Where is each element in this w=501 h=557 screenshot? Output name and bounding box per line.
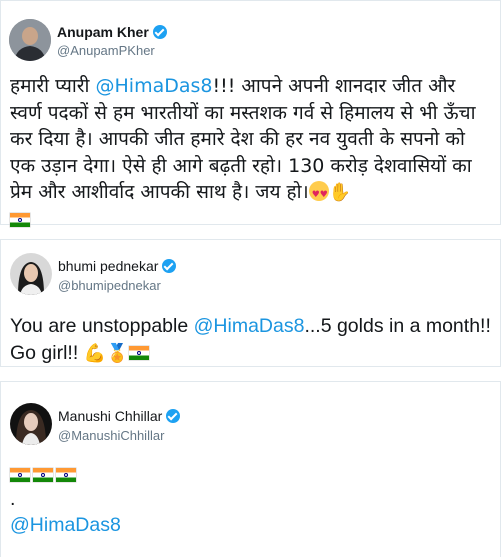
india-flag-icon	[128, 346, 149, 360]
mention-link[interactable]: @HimaDas8	[10, 514, 121, 536]
mention-line: @HimaDas8	[10, 512, 492, 539]
avatar[interactable]	[9, 19, 51, 61]
tweet-text-pre: हमारी प्यारी	[10, 75, 96, 97]
india-flag-icon	[10, 468, 30, 482]
author-name-text[interactable]: Anupam Kher	[57, 24, 149, 40]
tweet-text: You are unstoppable @HimaDas8...5 golds …	[10, 313, 492, 367]
verified-badge-icon	[152, 25, 167, 39]
mention-link[interactable]: @HimaDas8	[96, 75, 213, 97]
avatar[interactable]	[10, 253, 52, 295]
heart-eyes-icon	[308, 181, 329, 209]
flexed-biceps-icon: 💪	[83, 343, 107, 363]
author-name-text[interactable]: bhumi pednekar	[58, 258, 158, 274]
author-name[interactable]: Manushi Chhillar	[58, 408, 181, 424]
verified-badge-icon	[162, 259, 177, 273]
tweet-anupam-kher[interactable]: Anupam Kher @AnupamPKher हमारी प्यारी @H…	[0, 0, 501, 227]
author-name[interactable]: Anupam Kher	[57, 24, 167, 40]
author-name[interactable]: bhumi pednekar	[58, 258, 177, 274]
dot-line: .	[10, 488, 16, 510]
tweet-bhumi-pednekar[interactable]: bhumi pednekar @bhumipednekar You are un…	[0, 239, 501, 367]
mention-link[interactable]: @HimaDas8	[194, 315, 305, 337]
author-handle[interactable]: @bhumipednekar	[58, 278, 161, 293]
author-name-text[interactable]: Manushi Chhillar	[58, 408, 162, 424]
author-handle[interactable]: @AnupamPKher	[57, 43, 155, 58]
tweet-text-pre: You are unstoppable	[10, 315, 194, 337]
tweet-text: हमारी प्यारी @HimaDas8!!! आपने अपनी शानद…	[10, 73, 492, 233]
flags-row	[10, 462, 492, 489]
medal-icon: 🏅	[106, 343, 129, 363]
india-flag-icon	[56, 468, 76, 482]
clapping-hands-icon: ✋	[328, 182, 352, 203]
india-flag-icon	[33, 468, 53, 482]
tweet-manushi-chhillar[interactable]: Manushi Chhillar @ManushiChhillar . @Him…	[0, 381, 501, 557]
india-flag-icon	[10, 212, 30, 227]
verified-badge-icon	[166, 409, 181, 423]
author-handle[interactable]: @ManushiChhillar	[58, 428, 164, 443]
avatar[interactable]	[10, 403, 52, 445]
